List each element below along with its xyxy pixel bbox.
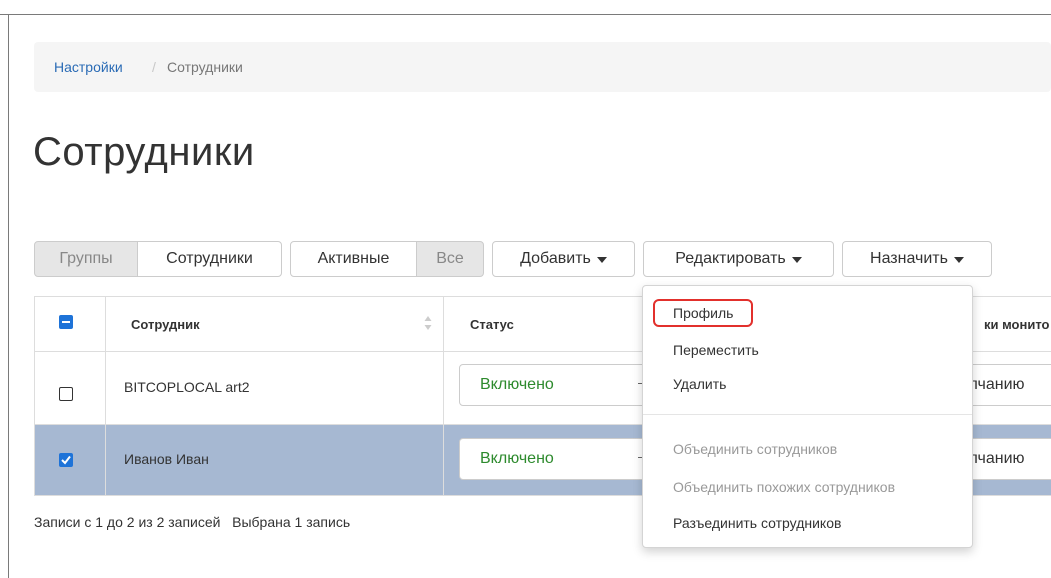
all-filter-label: Все bbox=[436, 250, 464, 267]
table-border bbox=[34, 296, 35, 496]
active-filter-button[interactable]: Активные bbox=[290, 241, 417, 277]
groups-tab-button[interactable]: Группы bbox=[34, 241, 138, 277]
edit-dropdown-button[interactable]: Редактировать bbox=[643, 241, 834, 277]
status-select-value: Включено bbox=[480, 376, 554, 393]
active-filter-label: Активные bbox=[317, 250, 390, 267]
sort-icon[interactable] bbox=[424, 315, 432, 331]
all-filter-button[interactable]: Все bbox=[416, 241, 484, 277]
status-select-value: Включено bbox=[480, 450, 554, 467]
edit-dropdown-menu: Профиль Переместить Удалить Объединить с… bbox=[642, 285, 973, 548]
row-checkbox-checked-icon[interactable] bbox=[59, 453, 73, 467]
menu-divider bbox=[643, 414, 972, 415]
add-dropdown-button[interactable]: Добавить bbox=[492, 241, 635, 277]
employees-tab-label: Сотрудники bbox=[166, 250, 253, 267]
groups-tab-label: Группы bbox=[59, 250, 113, 267]
selected-count: Выбрана 1 запись bbox=[232, 514, 351, 530]
employees-tab-button[interactable]: Сотрудники bbox=[137, 241, 282, 277]
menu-item-unmerge[interactable]: Разъединить сотрудников bbox=[673, 515, 841, 531]
status-select[interactable]: Включено bbox=[459, 438, 659, 480]
assign-dropdown-button[interactable]: Назначить bbox=[842, 241, 992, 277]
status-select[interactable]: Включено bbox=[459, 364, 659, 406]
table-border bbox=[443, 296, 444, 496]
table-border bbox=[105, 296, 106, 496]
menu-item-merge: Объединить сотрудников bbox=[673, 441, 838, 457]
menu-item-merge-similar: Объединить похожих сотрудников bbox=[673, 479, 896, 495]
edit-button-label: Редактировать bbox=[675, 250, 786, 267]
menu-item-profile[interactable]: Профиль bbox=[653, 299, 754, 327]
monitoring-settings-select[interactable]: олчанию bbox=[969, 438, 1051, 480]
caret-down-icon bbox=[953, 257, 964, 263]
column-header-employee[interactable]: Сотрудник bbox=[131, 317, 200, 332]
window-border-top bbox=[0, 14, 1051, 15]
monitoring-settings-value: олчанию bbox=[969, 450, 1025, 467]
employee-name-cell: Иванов Иван bbox=[124, 451, 209, 467]
table-info: Записи с 1 до 2 из 2 записей Выбрана 1 з… bbox=[34, 514, 350, 530]
records-count: Записи с 1 до 2 из 2 записей bbox=[34, 514, 221, 530]
breadcrumb-current: Сотрудники bbox=[167, 59, 243, 75]
monitoring-settings-select[interactable]: олчанию bbox=[969, 364, 1051, 406]
column-header-monitoring[interactable]: ки монито bbox=[984, 317, 1049, 332]
breadcrumb-settings-link[interactable]: Настройки bbox=[54, 59, 123, 75]
menu-item-delete[interactable]: Удалить bbox=[673, 376, 726, 392]
assign-button-label: Назначить bbox=[870, 250, 948, 267]
caret-down-icon bbox=[791, 257, 802, 263]
checkbox-mixed-icon[interactable] bbox=[59, 315, 73, 329]
menu-item-move[interactable]: Переместить bbox=[673, 342, 759, 358]
row-checkbox-empty-icon[interactable] bbox=[59, 387, 73, 401]
column-header-status[interactable]: Статус bbox=[470, 317, 514, 332]
breadcrumb: Настройки / Сотрудники bbox=[34, 42, 1051, 92]
employee-name-cell: BITCOPLOCAL art2 bbox=[124, 379, 250, 395]
page-title: Сотрудники bbox=[33, 130, 255, 174]
breadcrumb-separator: / bbox=[152, 59, 156, 75]
monitoring-settings-value: олчанию bbox=[969, 376, 1025, 393]
caret-down-icon bbox=[596, 257, 607, 263]
add-button-label: Добавить bbox=[520, 250, 591, 267]
window-border-left bbox=[8, 14, 9, 578]
